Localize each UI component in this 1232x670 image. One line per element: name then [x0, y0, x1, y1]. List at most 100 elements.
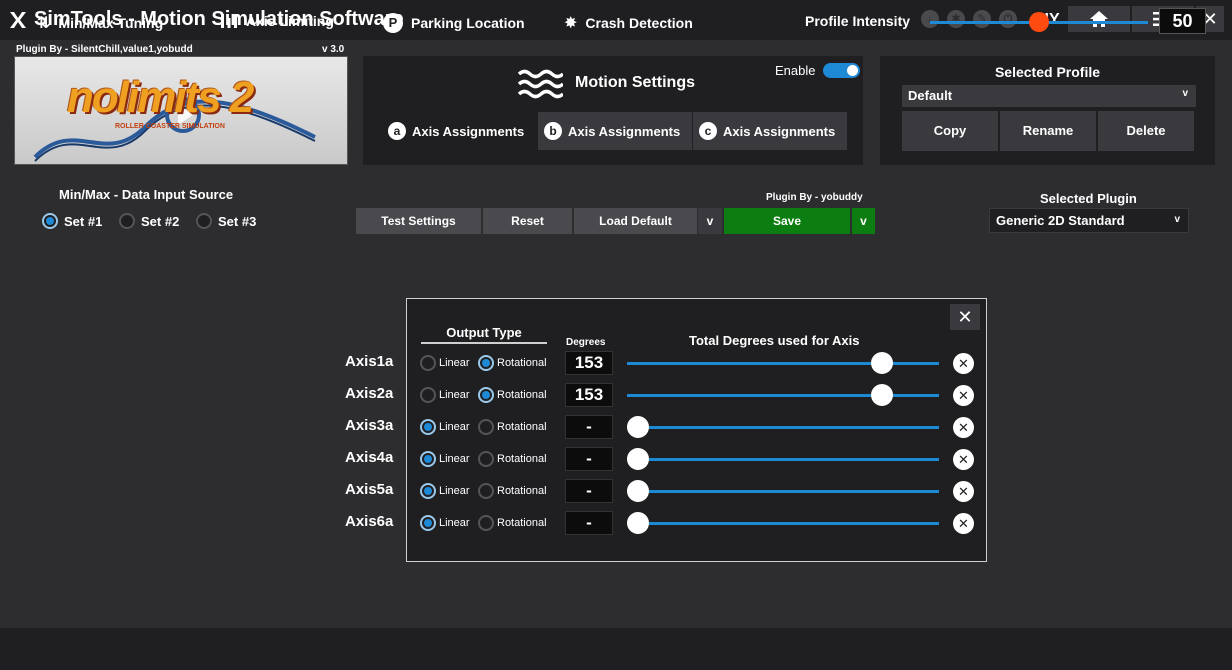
rotational-radio[interactable]: [478, 419, 494, 435]
linear-radio[interactable]: [420, 515, 436, 531]
degrees-input[interactable]: -: [565, 415, 613, 439]
rename-button[interactable]: Rename: [1000, 111, 1096, 151]
degrees-slider-track[interactable]: [627, 458, 939, 461]
linear-option[interactable]: Linear: [420, 483, 470, 499]
rotational-option[interactable]: Rotational: [478, 355, 547, 371]
game-banner[interactable]: nolimits 2 ROLLER COASTER SIMULATION: [14, 56, 348, 165]
degrees-slider-track[interactable]: [627, 426, 939, 429]
axis-label: Axis2a: [345, 385, 394, 402]
linear-radio[interactable]: [420, 387, 436, 403]
linear-option[interactable]: Linear: [420, 355, 470, 371]
degrees-slider-knob[interactable]: [627, 480, 649, 502]
axis-label: Axis3a: [345, 417, 394, 434]
profile-intensity-knob[interactable]: [1029, 12, 1049, 32]
clear-axis-icon[interactable]: ✕: [953, 353, 974, 374]
dialog-close-button[interactable]: ✕: [950, 304, 980, 330]
plugin-author: Plugin By - SilentChill,value1,yobudd: [16, 44, 193, 55]
test-settings-button[interactable]: Test Settings: [356, 208, 481, 234]
rotational-label: Rotational: [497, 421, 547, 433]
crash-burst-icon: ✸: [564, 15, 578, 32]
degrees-input[interactable]: -: [565, 511, 613, 535]
download-icon[interactable]: ↓: [921, 10, 939, 28]
degrees-slider-knob[interactable]: [627, 416, 649, 438]
parking-icon: P: [383, 13, 403, 33]
clear-axis-icon[interactable]: ✕: [953, 449, 974, 470]
motion-settings-title: Motion Settings: [575, 74, 695, 91]
home-button[interactable]: [1068, 6, 1130, 32]
load-default-dropdown[interactable]: v: [698, 208, 722, 234]
linear-option[interactable]: Linear: [420, 387, 470, 403]
degrees-input[interactable]: -: [565, 479, 613, 503]
set-2-option[interactable]: Set #2: [119, 213, 179, 229]
axis-assignment-dialog: ✕ Output Type Degrees Total Degrees used…: [406, 298, 987, 562]
plugin-dropdown[interactable]: Generic 2D Standard v: [989, 208, 1189, 233]
degrees-input[interactable]: 153: [565, 383, 613, 407]
rotational-radio[interactable]: [478, 387, 494, 403]
crash-detection-button[interactable]: ✸ Crash Detection: [564, 13, 693, 33]
rotational-radio[interactable]: [478, 515, 494, 531]
output-type-title: Output Type: [421, 325, 547, 344]
settings-icon[interactable]: ✱: [947, 10, 965, 28]
rotational-radio[interactable]: [478, 451, 494, 467]
plugin-author-secondary: Plugin By - yobuddy: [766, 192, 863, 203]
degrees-slider-knob[interactable]: [627, 448, 649, 470]
up-down-arrows-icon: ⇅: [37, 15, 51, 32]
chevron-down-icon: v: [1174, 214, 1180, 225]
profile-intensity-label: Profile Intensity: [805, 13, 911, 29]
rotational-option[interactable]: Rotational: [478, 387, 547, 403]
min-max-tuning-button[interactable]: ⇅ Min/Max Tuning: [37, 13, 163, 33]
save-button[interactable]: Save: [724, 208, 850, 234]
clear-axis-icon[interactable]: ✕: [953, 481, 974, 502]
degrees-slider-knob[interactable]: [627, 512, 649, 534]
tab-axis-assignments-c[interactable]: c Axis Assignments: [693, 112, 847, 150]
axis-label: Axis4a: [345, 449, 394, 466]
linear-radio[interactable]: [420, 355, 436, 371]
linear-radio[interactable]: [420, 451, 436, 467]
linear-radio[interactable]: [420, 483, 436, 499]
profile-intensity-value[interactable]: 50: [1159, 8, 1206, 34]
set-2-radio[interactable]: [119, 213, 135, 229]
save-dropdown[interactable]: v: [852, 208, 875, 234]
copy-button[interactable]: Copy: [902, 111, 998, 151]
load-default-button[interactable]: Load Default: [574, 208, 697, 234]
linear-option[interactable]: Linear: [420, 515, 470, 531]
set-label: Set #1: [64, 213, 103, 229]
rotational-label: Rotational: [497, 453, 547, 465]
rotational-option[interactable]: Rotational: [478, 419, 547, 435]
rotational-option[interactable]: Rotational: [478, 451, 547, 467]
set-3-radio[interactable]: [196, 213, 212, 229]
clear-axis-icon[interactable]: ✕: [953, 385, 974, 406]
profile-dropdown[interactable]: Default v: [902, 85, 1196, 107]
set-1-radio[interactable]: [42, 213, 58, 229]
plugin-version: v 3.0: [322, 44, 345, 55]
linear-label: Linear: [439, 357, 470, 369]
degrees-slider-knob[interactable]: [870, 384, 893, 406]
degrees-input[interactable]: 153: [565, 351, 613, 375]
tab-axis-assignments-b[interactable]: b Axis Assignments: [538, 112, 692, 150]
tab-axis-assignments-a[interactable]: a Axis Assignments: [382, 112, 537, 150]
enable-toggle[interactable]: [823, 63, 860, 78]
degrees-input[interactable]: -: [565, 447, 613, 471]
rotational-radio[interactable]: [478, 355, 494, 371]
bottom-bar: [0, 628, 1232, 670]
degrees-slider-track[interactable]: [627, 522, 939, 525]
degrees-slider-track[interactable]: [627, 490, 939, 493]
parking-location-button[interactable]: P Parking Location: [383, 13, 525, 33]
set-1-option[interactable]: Set #1: [42, 213, 102, 229]
rotational-label: Rotational: [497, 389, 547, 401]
power-icon[interactable]: ⏻: [999, 10, 1017, 28]
set-3-option[interactable]: Set #3: [196, 213, 256, 229]
rotational-option[interactable]: Rotational: [478, 515, 547, 531]
rotational-option[interactable]: Rotational: [478, 483, 547, 499]
reset-button[interactable]: Reset: [483, 208, 572, 234]
clear-axis-icon[interactable]: ✕: [953, 417, 974, 438]
rotational-radio[interactable]: [478, 483, 494, 499]
edit-icon[interactable]: ✎: [973, 10, 991, 28]
linear-radio[interactable]: [420, 419, 436, 435]
linear-option[interactable]: Linear: [420, 451, 470, 467]
axis-limiting-button[interactable]: Axis Limiting: [220, 13, 334, 29]
delete-button[interactable]: Delete: [1098, 111, 1194, 151]
linear-option[interactable]: Linear: [420, 419, 470, 435]
degrees-slider-knob[interactable]: [870, 352, 893, 374]
clear-axis-icon[interactable]: ✕: [953, 513, 974, 534]
